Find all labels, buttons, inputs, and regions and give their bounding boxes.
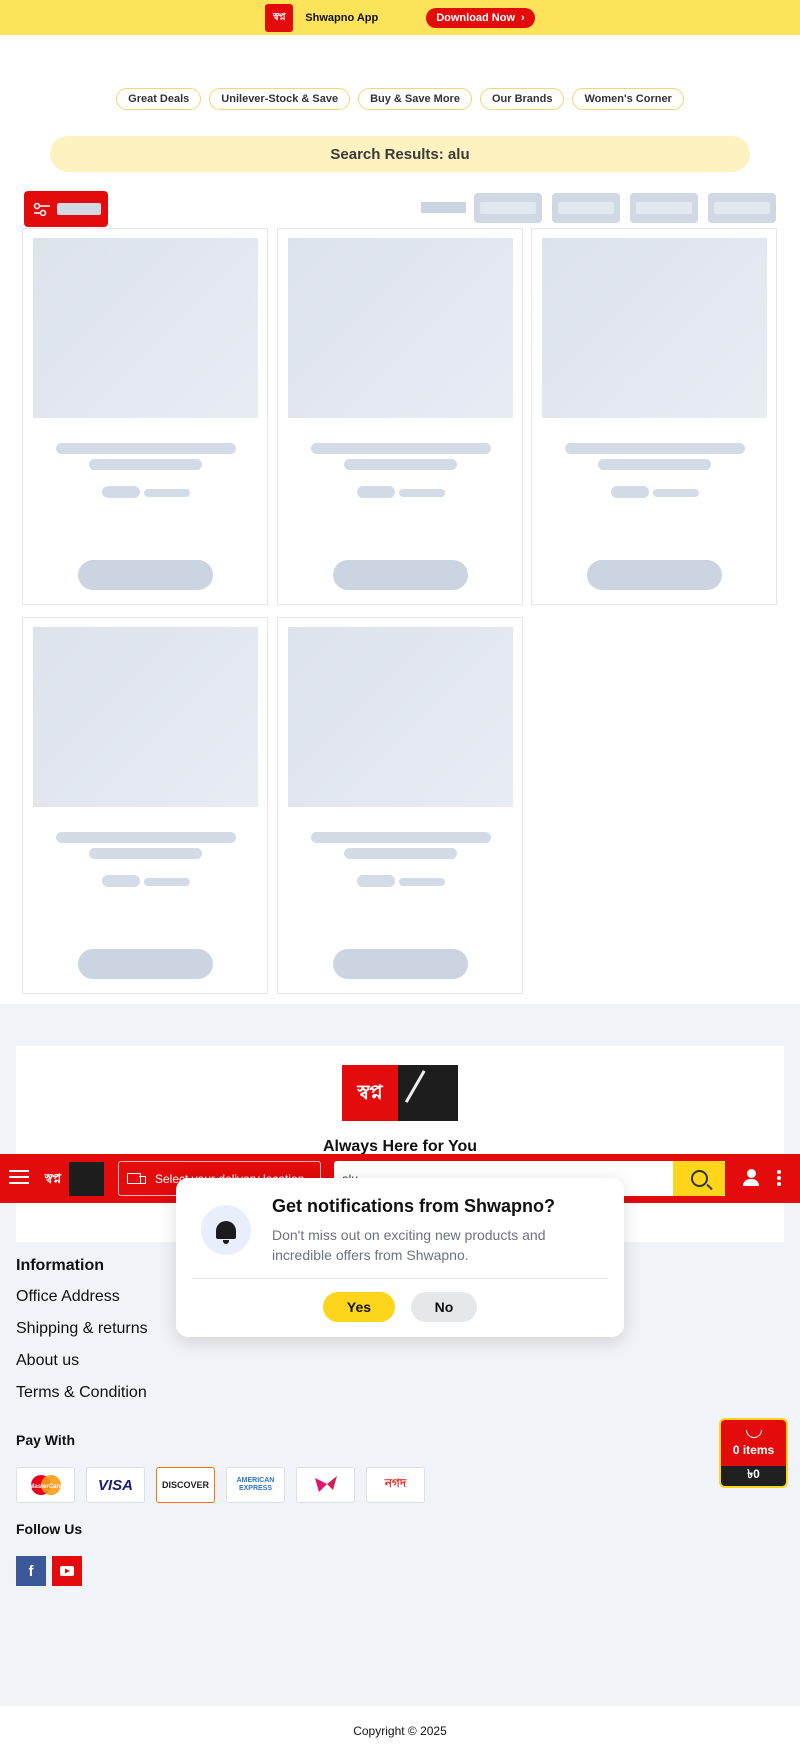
visa-logo: VISA <box>86 1467 145 1503</box>
truck-icon <box>127 1172 147 1186</box>
sort-option-skeleton[interactable] <box>552 193 620 223</box>
discover-logo: DISCOVER <box>156 1467 215 1503</box>
nagad-logo: নগদ <box>366 1467 425 1503</box>
category-pills: Great Deals Unilever-Stock & Save Buy & … <box>0 88 800 110</box>
link-terms-condition[interactable]: Terms & Condition <box>16 1384 147 1402</box>
sort-option-skeleton[interactable] <box>630 193 698 223</box>
notification-divider <box>192 1278 608 1279</box>
kebab-menu-icon[interactable] <box>777 1170 781 1188</box>
footer-logo-text: স্বপ্ন <box>342 1065 398 1121</box>
filter-icon <box>33 202 50 216</box>
sort-label-skeleton <box>421 202 466 213</box>
pill-womens-corner[interactable]: Women's Corner <box>572 88 684 110</box>
pill-great-deals[interactable]: Great Deals <box>116 88 202 110</box>
copyright: Copyright © 2025 <box>0 1706 800 1755</box>
sort-option-skeleton[interactable] <box>474 193 542 223</box>
search-icon <box>690 1170 708 1187</box>
sort-option-skeleton[interactable] <box>708 193 776 223</box>
information-heading: Information <box>16 1257 104 1274</box>
mastercard-text: MasterCard <box>29 1484 62 1490</box>
pill-buy-save-more[interactable]: Buy & Save More <box>358 88 472 110</box>
chevron-right-icon: › <box>521 11 525 24</box>
footer-logo: স্বপ্ন <box>342 1065 458 1121</box>
cart-total: ৳0 <box>721 1466 786 1486</box>
youtube-icon[interactable] <box>52 1556 82 1586</box>
floating-cart[interactable]: 0 items ৳0 <box>719 1418 788 1488</box>
facebook-icon[interactable]: f <box>16 1556 46 1586</box>
product-card-skeleton <box>277 617 523 994</box>
download-now-button[interactable]: Download Now › <box>426 7 535 28</box>
bkash-logo <box>296 1467 355 1503</box>
hamburger-icon[interactable] <box>9 1170 29 1185</box>
link-office-address[interactable]: Office Address <box>16 1288 120 1306</box>
shwapno-logo: স্বপ্ন <box>265 3 294 32</box>
header-logo[interactable]: স্বপ্ন <box>37 1162 104 1196</box>
product-card-skeleton <box>277 228 523 605</box>
filter-label-skeleton <box>57 203 101 215</box>
search-results-heading: Search Results: alu <box>50 136 750 172</box>
header-logo-text: স্বপ্ন <box>44 1171 62 1186</box>
app-download-banner: স্বপ্ন Shwapno App Download Now › <box>0 0 800 35</box>
pay-with-heading: Pay With <box>16 1432 75 1448</box>
footer-logo-mark <box>398 1065 458 1121</box>
link-about-us[interactable]: About us <box>16 1352 79 1370</box>
cart-items-count: 0 items <box>732 1442 775 1457</box>
notification-yes-button[interactable]: Yes <box>323 1292 395 1322</box>
notification-popup: Get notifications from Shwapno? Don't mi… <box>176 1178 624 1337</box>
filter-button[interactable] <box>24 191 108 227</box>
notification-body: Don't miss out on exciting new products … <box>272 1227 546 1263</box>
app-name: Shwapno App <box>305 11 379 24</box>
follow-us-heading: Follow Us <box>16 1521 83 1537</box>
notification-title: Get notifications from Shwapno? <box>272 1196 555 1216</box>
header-logo-mark <box>69 1162 104 1196</box>
product-card-skeleton <box>531 228 777 605</box>
user-icon[interactable] <box>742 1169 760 1187</box>
link-shipping-returns[interactable]: Shipping & returns <box>16 1320 148 1338</box>
pill-unilever-stock-save[interactable]: Unilever-Stock & Save <box>209 88 351 110</box>
pill-our-brands[interactable]: Our Brands <box>479 88 565 110</box>
shopping-bag-icon <box>745 1429 762 1438</box>
amex-logo: AMERICAN EXPRESS <box>226 1467 285 1503</box>
payment-methods: MasterCard VISA DISCOVER AMERICAN EXPRES… <box>16 1467 425 1503</box>
notification-no-button[interactable]: No <box>411 1292 477 1322</box>
mastercard-logo: MasterCard <box>16 1467 75 1503</box>
search-button[interactable] <box>673 1161 725 1196</box>
download-label: Download Now <box>436 11 516 24</box>
bell-icon <box>201 1205 251 1255</box>
product-card-skeleton <box>22 228 268 605</box>
product-card-skeleton <box>22 617 268 994</box>
